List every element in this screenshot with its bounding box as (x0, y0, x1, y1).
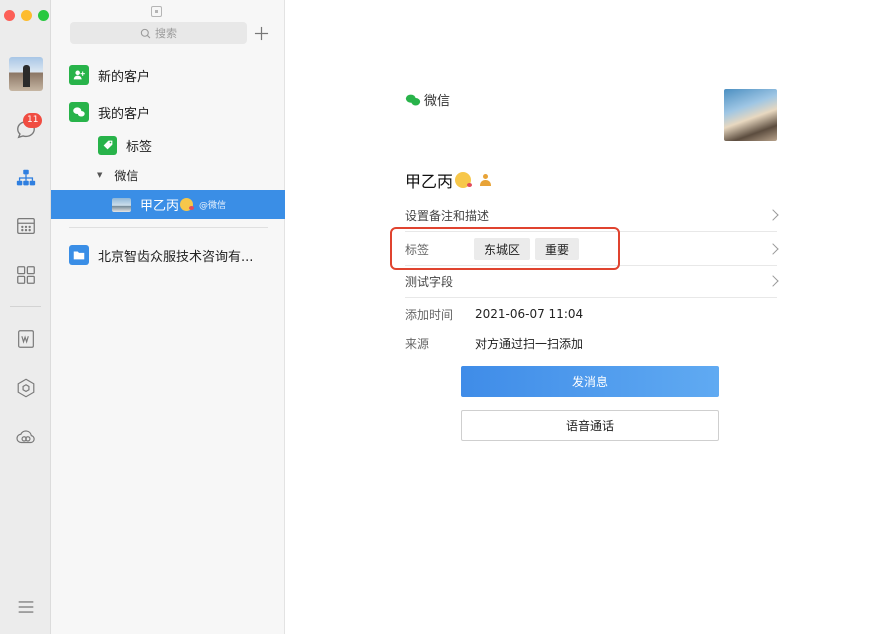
source-row: 来源 对方通过扫一扫添加 (405, 327, 777, 359)
nav-documents[interactable] (13, 326, 39, 352)
nav-rail: 11 (0, 0, 51, 634)
added-time-label: 添加时间 (405, 307, 454, 322)
list-divider (69, 227, 268, 228)
person-icon (480, 174, 492, 186)
tag-icon (98, 135, 117, 155)
nav-more-menu[interactable] (13, 594, 39, 620)
custom-field-label: 测试字段 (405, 274, 454, 289)
list-group-wechat[interactable]: ▼ 微信 (51, 160, 285, 190)
wechat-icon (69, 102, 89, 122)
minimize-window-button[interactable] (21, 10, 32, 21)
search-icon (140, 28, 151, 38)
kiss-emoji-icon (455, 172, 473, 188)
chevron-right-icon (767, 243, 779, 255)
contact-avatar (112, 197, 131, 212)
unread-badge: 11 (23, 113, 43, 128)
search-placeholder: 搜索 (155, 27, 177, 40)
list-item-department[interactable]: 北京智齿众服技术咨询有... (51, 240, 285, 270)
nav-drive[interactable] (13, 375, 39, 401)
chevron-right-icon (767, 209, 779, 221)
folder-icon (69, 245, 89, 265)
nav-meeting[interactable] (13, 424, 39, 450)
nav-contacts[interactable] (13, 165, 39, 191)
list-item-label: 新的客户 (98, 69, 151, 85)
apps-grid-icon (17, 266, 35, 284)
source-label: 来源 (405, 336, 430, 351)
voice-call-button[interactable]: 语音通话 (461, 410, 719, 441)
highlight-annotation-box (390, 227, 620, 270)
contact-channel-suffix: @微信 (199, 201, 227, 211)
contact-name: 甲乙丙 (140, 199, 180, 214)
window-pin-icon[interactable] (151, 6, 162, 17)
set-remark-label: 设置备注和描述 (405, 208, 490, 223)
list-item-tags[interactable]: 标签 (51, 130, 285, 160)
source-value: 对方通过扫一扫添加 (475, 336, 584, 351)
user-avatar[interactable] (9, 57, 43, 91)
contact-photo[interactable] (724, 89, 777, 141)
zoom-window-button[interactable] (38, 10, 49, 21)
contact-detail-pane: 微信 甲乙丙 设置备注和描述 标签 东城区 重要 测试字段 添加时间 2021-… (286, 0, 895, 634)
caret-down-icon: ▼ (97, 171, 103, 179)
calendar-icon (17, 218, 35, 234)
list-item-label: 我的客户 (98, 106, 151, 122)
chevron-right-icon (767, 275, 779, 287)
wechat-icon (405, 94, 421, 106)
source-channel-label: 微信 (424, 94, 451, 109)
kiss-emoji-icon (180, 198, 195, 211)
contact-name-heading: 甲乙丙 (405, 168, 492, 192)
search-input[interactable]: 搜索 (70, 22, 247, 44)
add-contact-icon (69, 65, 89, 85)
list-item-label: 北京智齿众服技术咨询有... (98, 249, 254, 265)
rail-divider (10, 306, 41, 307)
app-window: 11 搜索 新的客户 我的客户 标签 ▼ 微信 甲乙丙 @微信 北京智齿众服技术… (0, 0, 895, 634)
list-group-label: 微信 (114, 168, 139, 183)
list-item-new-customers[interactable]: 新的客户 (51, 60, 285, 90)
source-channel: 微信 (405, 90, 450, 109)
send-message-button[interactable]: 发消息 (461, 366, 719, 397)
cube-icon (17, 378, 35, 398)
plus-icon (254, 26, 268, 40)
document-icon (18, 330, 34, 348)
menu-icon (18, 601, 34, 613)
contact-list-panel: 搜索 新的客户 我的客户 标签 ▼ 微信 甲乙丙 @微信 北京智齿众服技术咨询有… (51, 0, 285, 634)
added-time-row: 添加时间 2021-06-07 11:04 (405, 298, 777, 330)
contact-name: 甲乙丙 (405, 172, 454, 191)
list-item-my-customers[interactable]: 我的客户 (51, 97, 285, 127)
nav-calendar[interactable] (13, 213, 39, 239)
close-window-button[interactable] (4, 10, 15, 21)
list-item-label: 标签 (126, 139, 153, 155)
cloud-icon (16, 430, 35, 444)
nav-workbench[interactable] (13, 262, 39, 288)
org-chart-icon (16, 169, 36, 186)
added-time-value: 2021-06-07 11:04 (475, 307, 584, 321)
add-button[interactable] (252, 23, 270, 43)
list-item-selected-contact[interactable]: 甲乙丙 @微信 (51, 190, 285, 219)
